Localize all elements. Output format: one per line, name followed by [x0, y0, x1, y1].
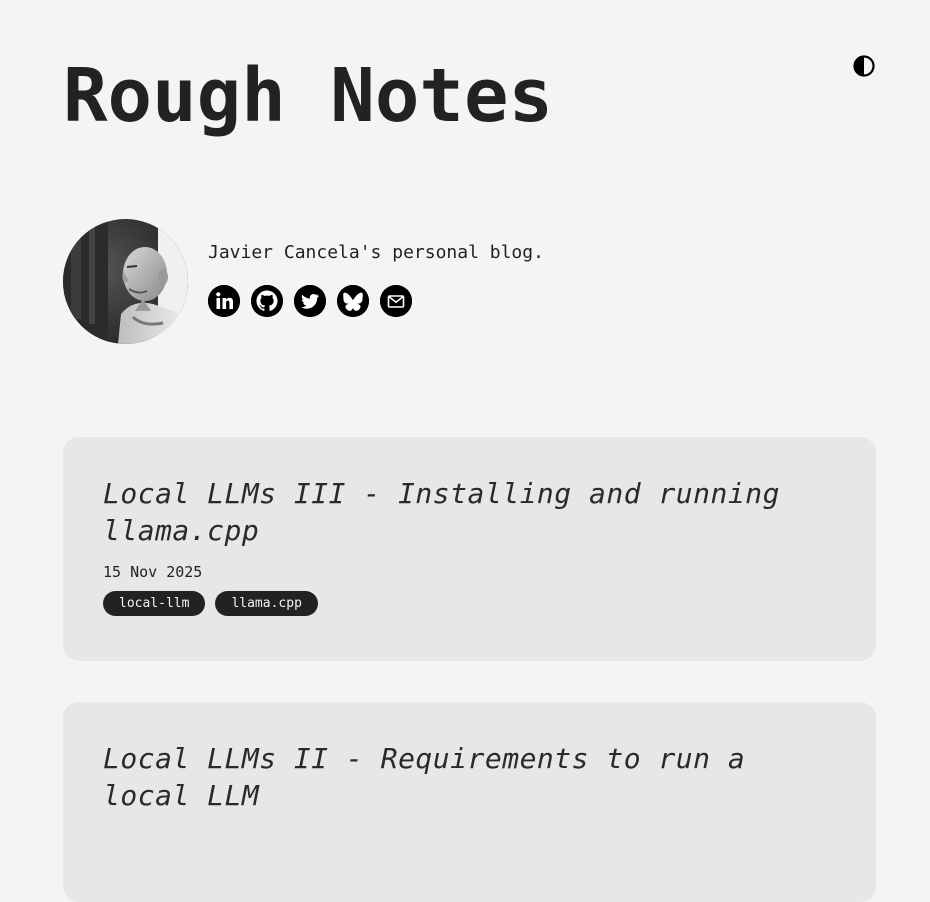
- twitter-icon[interactable]: [294, 285, 326, 317]
- profile-section: Javier Cancela's personal blog.: [63, 219, 763, 344]
- site-title[interactable]: Rough Notes: [63, 50, 553, 142]
- post-date: 15 Nov 2025: [103, 563, 203, 581]
- tag-llama-cpp[interactable]: llama.cpp: [215, 591, 318, 616]
- avatar: [63, 219, 188, 344]
- contrast-half-circle-icon[interactable]: [853, 55, 875, 77]
- post-title[interactable]: Local LLMs III - Installing and running …: [103, 475, 836, 549]
- post-tags: local-llm llama.cpp: [103, 591, 836, 616]
- email-icon[interactable]: [380, 285, 412, 317]
- tag-local-llm[interactable]: local-llm: [103, 591, 206, 616]
- post-card[interactable]: Local LLMs III - Installing and running …: [63, 437, 876, 661]
- blog-tagline: Javier Cancela's personal blog.: [208, 242, 544, 263]
- post-title[interactable]: Local LLMs II - Requirements to run a lo…: [103, 740, 836, 814]
- bluesky-icon[interactable]: [337, 285, 369, 317]
- github-icon[interactable]: [251, 285, 283, 317]
- linkedin-icon[interactable]: [208, 285, 240, 317]
- social-links: [208, 285, 412, 317]
- post-card[interactable]: Local LLMs II - Requirements to run a lo…: [63, 702, 876, 902]
